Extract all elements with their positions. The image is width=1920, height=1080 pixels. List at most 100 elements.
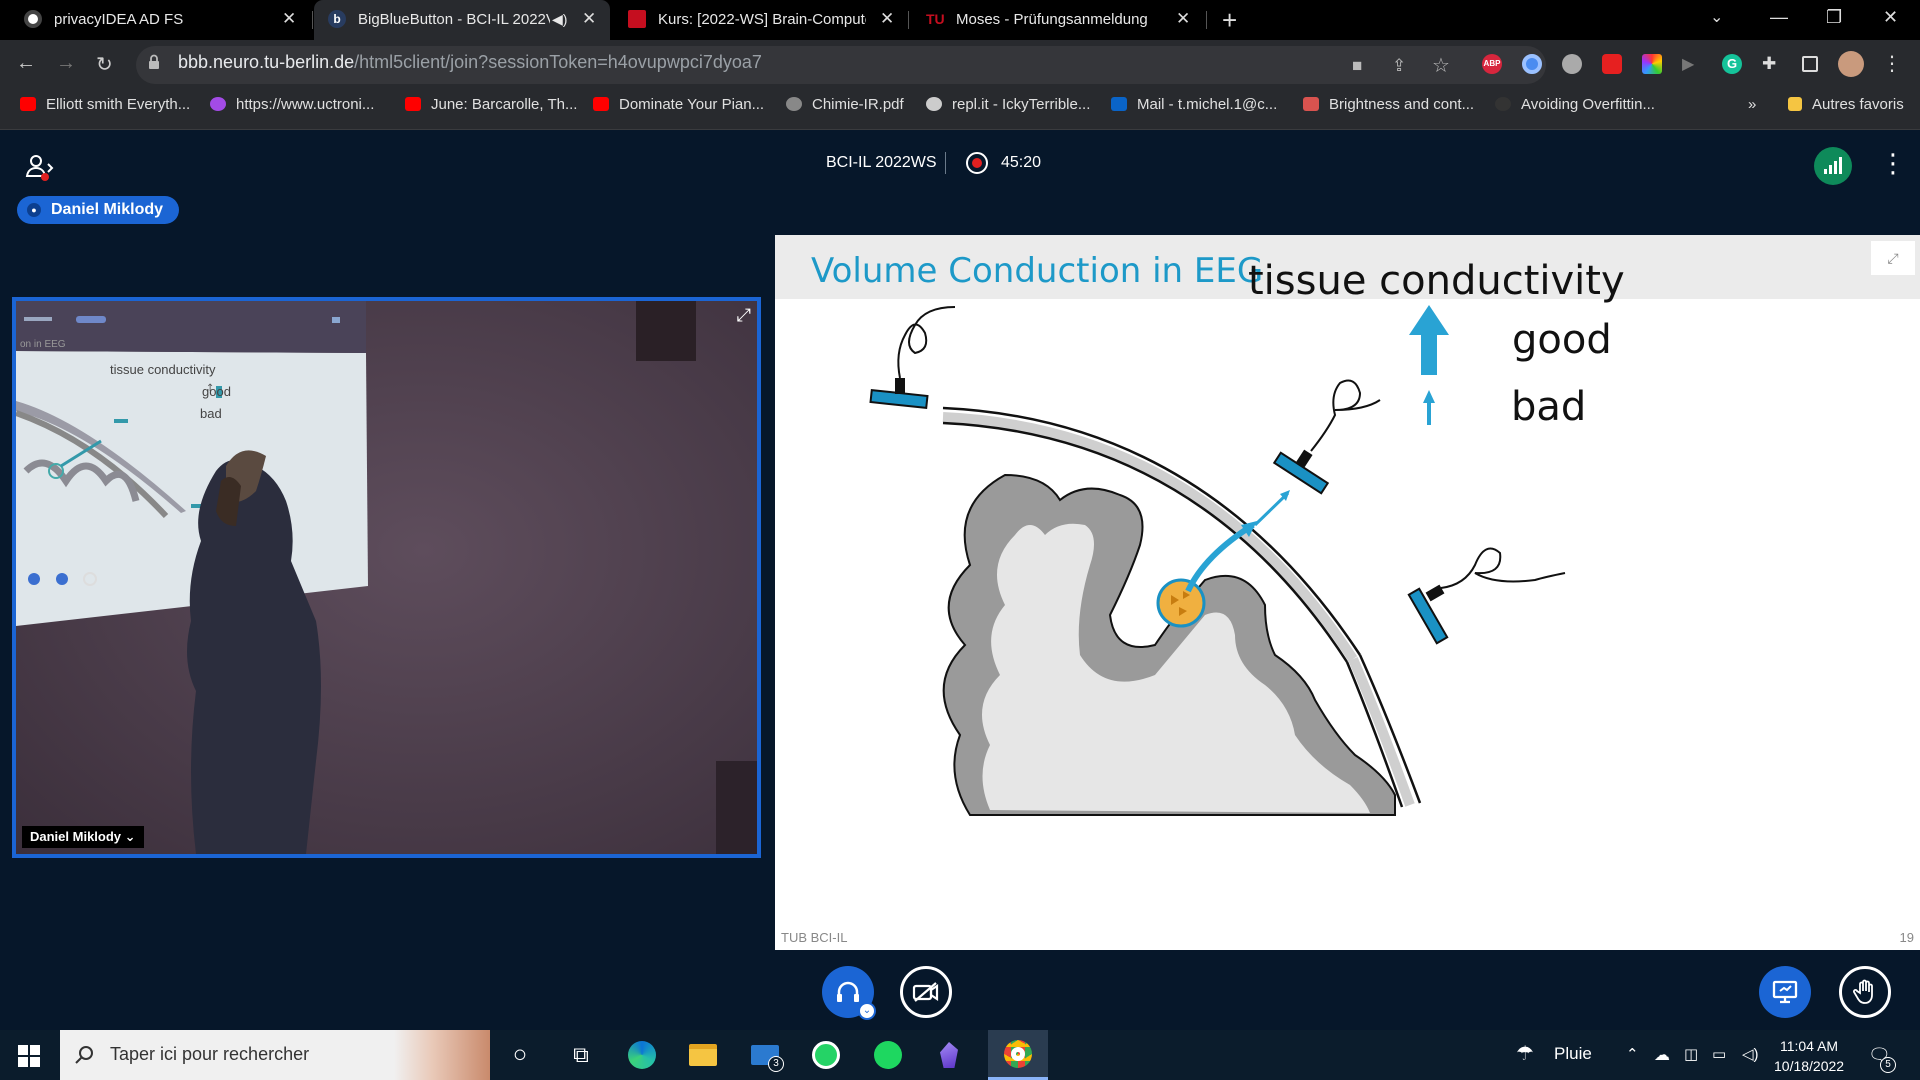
speaker-muted-icon[interactable]: ◀) [552,11,567,28]
new-tab-button[interactable]: + [1222,5,1237,36]
bookmark-item[interactable]: Elliott smith Everyth... [20,96,190,116]
share-icon[interactable]: ⇪ [1392,56,1406,76]
extension-blue-icon[interactable] [1522,54,1542,74]
slide-footer: TUB BCI-IL [781,930,848,945]
taskbar-search-placeholder: Taper ici pour rechercher [110,1044,310,1064]
windows-start-icon[interactable] [18,1045,40,1067]
globe-icon [786,97,802,111]
youtube-icon [20,97,36,111]
weather-text[interactable]: Pluie [1554,1044,1592,1064]
audio-headset-button[interactable]: ⌄ [822,966,876,1020]
bookmark-item[interactable]: repl.it - IckyTerrible... [926,96,1090,116]
bookmark-item[interactable]: Dominate Your Pian... [593,96,764,116]
edge-icon[interactable] [627,1040,657,1070]
webcam-user-name[interactable]: Daniel Miklody ⌄ [22,826,144,848]
webcam-video[interactable]: ↑ on in EEG tissue conductivity good bad… [12,297,761,858]
microphone-icon: ● [27,203,41,217]
onedrive-icon[interactable]: ☁ [1654,1045,1670,1065]
extension-play-icon[interactable]: ▶ [1682,54,1702,74]
extension-owl-icon[interactable] [1562,54,1582,74]
forward-button[interactable]: → [56,52,76,75]
mail-badge: 3 [768,1056,784,1072]
connection-status-button[interactable] [1814,147,1852,185]
profile-avatar[interactable] [1838,51,1864,77]
extension-youtube-icon[interactable] [1602,54,1622,74]
adblock-plus-icon[interactable]: ABP [1482,54,1502,74]
bookmark-icon [1303,97,1319,111]
camera-blocked-icon[interactable]: ■ [1352,56,1362,76]
dipole-source-icon [1156,578,1206,628]
tab-separator [1206,11,1207,29]
weather-rain-icon[interactable]: ☂ [1516,1041,1534,1066]
restore-button[interactable]: ❐ [1826,7,1842,28]
minimize-button[interactable]: — [1770,7,1788,28]
tab-moses[interactable]: TU Moses - Prüfungsanmeldung ✕ [912,0,1208,40]
isis-icon [628,10,646,28]
tab-search-icon[interactable]: ⌄ [1710,7,1723,27]
bookmark-item[interactable]: Brightness and cont... [1303,96,1474,116]
extension-color-icon[interactable] [1642,54,1662,74]
taskbar-clock[interactable]: 11:04 AM 10/18/2022 [1774,1036,1844,1076]
bookmark-item[interactable]: Chimie-IR.pdf [786,96,904,116]
grammarly-icon[interactable]: G [1722,54,1742,74]
meeting-title: BCI-IL 2022WS [826,154,937,171]
messenger-icon [210,97,226,111]
mail-icon[interactable]: 3 [750,1040,784,1072]
talking-indicator[interactable]: ● Daniel Miklody [17,196,180,224]
notifications-badge: 5 [1880,1057,1896,1073]
extensions-puzzle-icon[interactable]: ✚ [1762,54,1782,74]
mini-slide-bad: bad [200,406,222,421]
tab-separator [312,11,313,29]
lock-icon[interactable] [148,54,160,70]
obsidian-icon[interactable] [934,1040,964,1070]
mini-slide-title: on in EEG [20,339,66,350]
chrome-menu-icon[interactable]: ⋮ [1882,51,1902,75]
tab-bigbluebutton[interactable]: b BigBlueButton - BCI-IL 2022V ◀) ✕ [314,0,610,40]
tab-strip: privacyIDEA AD FS ✕ b BigBlueButton - BC… [0,0,1920,40]
presentation-slide[interactable]: Volume Conduction in EEG ⤢ tissue conduc… [775,235,1920,950]
whatsapp-icon[interactable] [811,1040,841,1070]
bookmark-item[interactable]: Mail - t.michel.1@c... [1111,96,1277,116]
electrode-icon [1407,547,1566,645]
fullscreen-icon[interactable]: ⤢ [737,305,751,326]
battery-icon[interactable]: ▭ [1712,1045,1726,1063]
options-menu-icon[interactable]: ⋮ [1880,150,1906,176]
close-tab-icon[interactable]: ✕ [282,9,296,29]
bookmarks-overflow-button[interactable]: » [1748,96,1756,116]
bookmark-item[interactable]: June: Barcarolle, Th... [405,96,577,116]
share-webcam-button[interactable] [900,966,952,1018]
bookmark-item[interactable]: https://www.uctroni... [210,96,374,116]
chevron-down-icon[interactable]: ⌄ [858,1002,876,1020]
close-tab-icon[interactable]: ✕ [880,9,894,29]
presentation-icon [1772,980,1798,1004]
camera-off-icon [912,982,939,1002]
other-bookmarks-folder[interactable]: Autres favoris [1788,96,1904,116]
close-tab-icon[interactable]: ✕ [582,9,596,29]
url-text[interactable]: bbb.neuro.tu-berlin.de/html5client/join?… [178,52,762,73]
arrow-bad-icon [1423,390,1435,425]
back-button[interactable]: ← [16,52,36,75]
close-window-button[interactable]: ✕ [1883,7,1898,28]
user-list-toggle-button[interactable] [24,152,56,182]
file-explorer-icon[interactable] [688,1040,718,1070]
tab-isis-course[interactable]: Kurs: [2022-WS] Brain-Computer ✕ [614,0,912,40]
task-view-icon[interactable]: ⧉ [566,1040,596,1070]
tray-overflow-icon[interactable]: ⌃ [1626,1045,1639,1063]
slide-heading: tissue conductivity [1248,258,1625,304]
close-tab-icon[interactable]: ✕ [1176,9,1190,29]
recording-indicator-icon[interactable] [966,152,988,174]
bookmark-star-icon[interactable]: ☆ [1432,53,1450,78]
reload-button[interactable]: ↻ [96,52,113,77]
recording-timer: 45:20 [1001,154,1042,171]
cortana-icon[interactable]: ○ [505,1040,535,1070]
volume-icon[interactable]: ◁) [1742,1045,1759,1063]
side-panel-icon[interactable] [1802,56,1818,72]
presentation-button[interactable] [1759,966,1811,1018]
legend-bad-label: bad [1511,384,1587,430]
tab-privacyidea[interactable]: privacyIDEA AD FS ✕ [10,0,310,40]
spotify-icon[interactable] [873,1040,903,1070]
bookmark-item[interactable]: Avoiding Overfittin... [1495,96,1655,116]
chrome-taskbar-icon[interactable] [988,1030,1048,1080]
raise-hand-button[interactable] [1839,966,1891,1018]
meet-now-icon[interactable]: ◫ [1684,1045,1698,1063]
